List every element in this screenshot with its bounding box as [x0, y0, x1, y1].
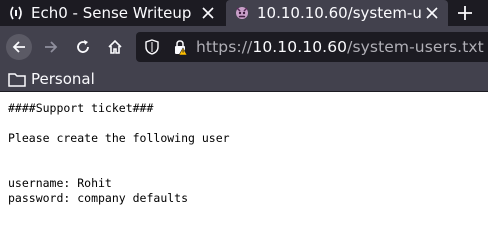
- url-text: https://10.10.10.60/system-users.txt: [196, 38, 484, 56]
- tab-close-icon[interactable]: [422, 3, 442, 23]
- tab-title: 10.10.10.60/system-users.txt: [257, 4, 422, 22]
- home-icon: [108, 39, 122, 54]
- forward-button[interactable]: [38, 34, 64, 60]
- bookmarks-toolbar: Personal: [0, 66, 488, 92]
- text-document: ####Support ticket### Please create the …: [8, 101, 230, 206]
- bookmark-label: Personal: [31, 70, 95, 88]
- pentest-monster-icon: [234, 5, 250, 21]
- doc-line: ####Support ticket###: [8, 101, 154, 115]
- home-button[interactable]: [102, 34, 128, 60]
- ech0-site-icon: [8, 5, 24, 21]
- reload-icon: [77, 40, 89, 53]
- doc-line: password: company defaults: [8, 191, 189, 205]
- doc-line: Please create the following user: [8, 131, 230, 145]
- reload-button[interactable]: [70, 34, 96, 60]
- folder-icon: [8, 71, 26, 87]
- address-bar[interactable]: https://10.10.10.60/system-users.txt: [136, 32, 488, 62]
- forward-arrow-icon: [45, 41, 58, 53]
- tab-title: Ech0 - Sense Writeup: [31, 4, 192, 22]
- navigation-toolbar: https://10.10.10.60/system-users.txt: [0, 26, 488, 66]
- tracking-protection-shield-icon[interactable]: [144, 39, 160, 55]
- tab-ech0-writeup[interactable]: Ech0 - Sense Writeup: [0, 0, 224, 26]
- bookmark-folder-personal[interactable]: Personal: [8, 69, 95, 89]
- new-tab-button[interactable]: [450, 0, 480, 26]
- tab-strip: Ech0 - Sense Writeup 10.10.10.60/system-…: [0, 0, 488, 26]
- plus-icon: [458, 6, 472, 20]
- url-path: /system-users.txt: [347, 38, 484, 56]
- tab-system-users[interactable]: 10.10.10.60/system-users.txt: [226, 0, 448, 26]
- url-host: 10.10.10.60: [252, 38, 348, 56]
- doc-line: username: Rohit: [8, 176, 112, 190]
- tab-close-icon[interactable]: [198, 3, 218, 23]
- back-arrow-icon: [12, 41, 25, 53]
- back-button[interactable]: [6, 34, 32, 60]
- insecure-lock-icon[interactable]: [172, 39, 188, 55]
- url-scheme: https://: [196, 38, 253, 56]
- page-content: ####Support ticket### Please create the …: [0, 93, 488, 240]
